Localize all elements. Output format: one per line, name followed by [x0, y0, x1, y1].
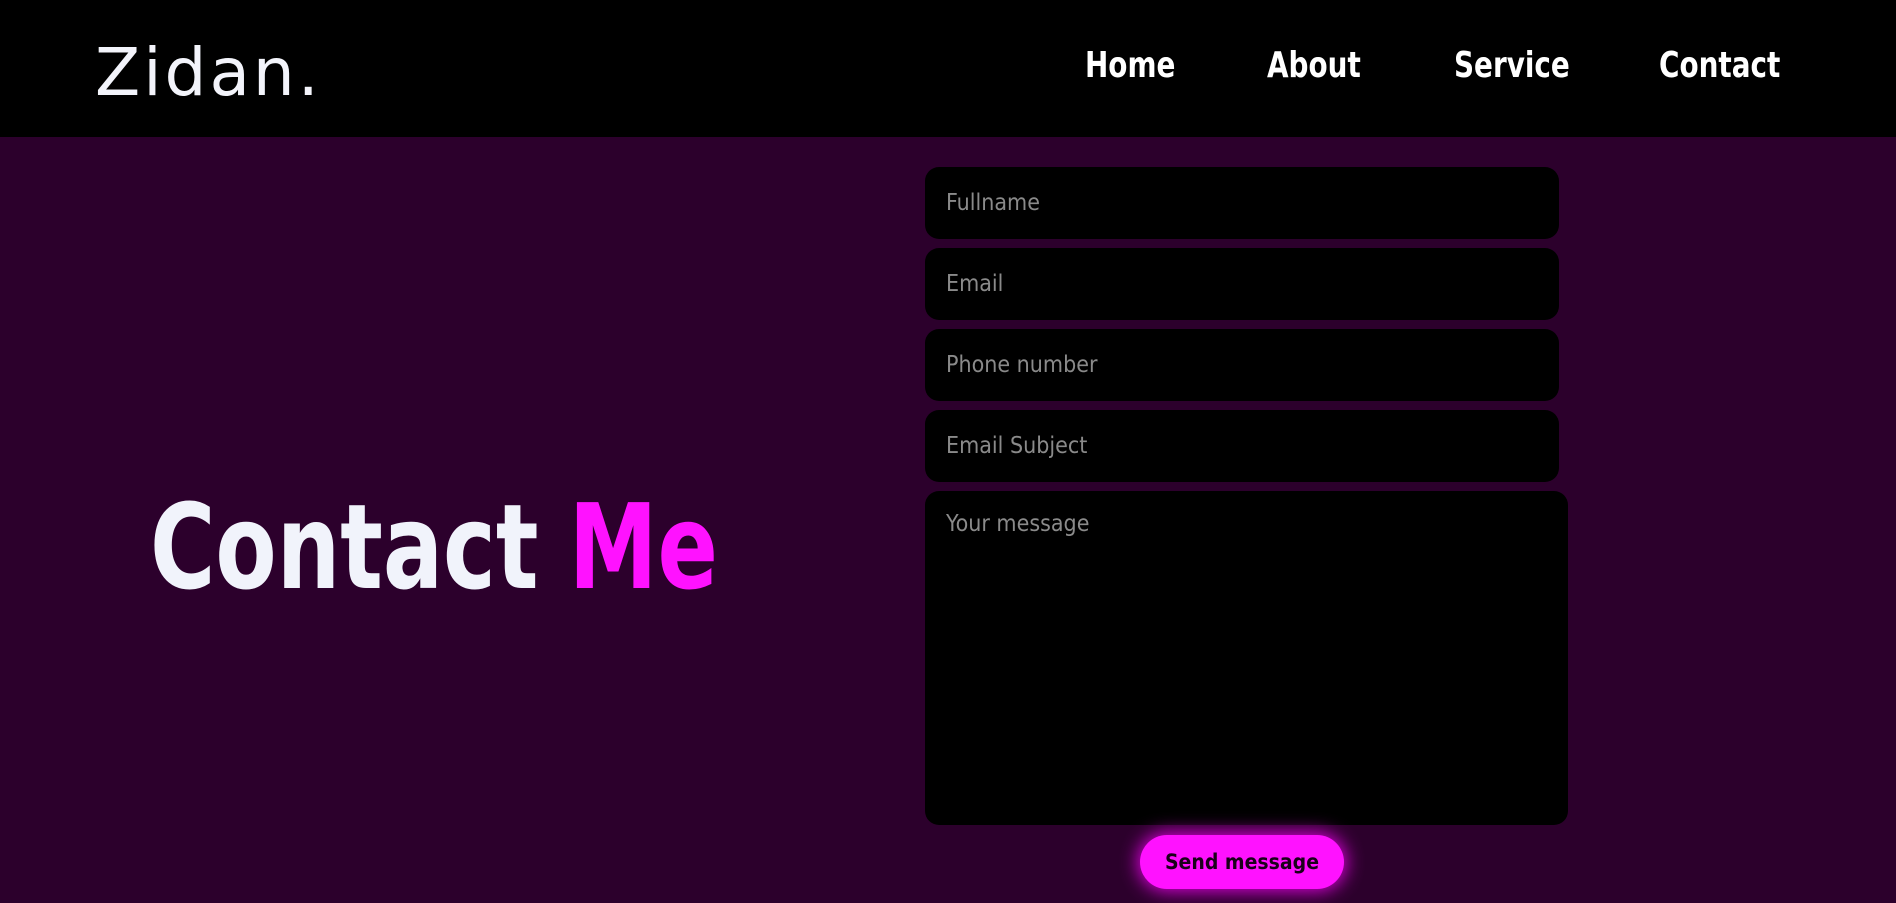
nav-link-service[interactable]: Service	[1454, 40, 1570, 92]
send-message-button[interactable]: Send message	[1140, 835, 1344, 889]
page-title: Contact Me	[150, 477, 718, 617]
contact-section: ContactMe Send message	[0, 137, 1896, 903]
nav-link-home[interactable]: Home	[1085, 40, 1175, 92]
phone-input[interactable]	[925, 329, 1559, 401]
nav-link-contact[interactable]: Contact	[1659, 40, 1780, 92]
email-subject-input[interactable]	[925, 410, 1559, 482]
fullname-input[interactable]	[925, 167, 1559, 239]
title-word-contact: Contact	[150, 478, 539, 616]
site-logo[interactable]: Zidan.	[95, 28, 322, 118]
message-textarea[interactable]	[925, 491, 1568, 825]
email-input[interactable]	[925, 248, 1559, 320]
nav-link-about[interactable]: About	[1267, 40, 1361, 92]
top-navbar: Zidan. Home About Service Contact	[0, 0, 1896, 137]
title-word-me: Me	[568, 478, 719, 616]
